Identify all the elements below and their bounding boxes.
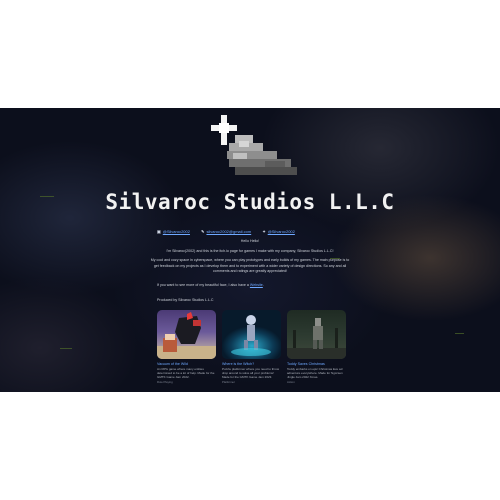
game-genre: Action bbox=[287, 380, 295, 384]
game-thumbnail-art bbox=[157, 312, 216, 359]
game-description: An RPG game where many entities determin… bbox=[157, 367, 215, 379]
website-link[interactable]: Website bbox=[250, 283, 263, 287]
itch-page-screen: Silvaroc Studios L.L.C ▣ @Silvaroc2002 ✎ s… bbox=[0, 108, 500, 392]
social-link-twitter[interactable]: ✦ @Silvaroc2002 bbox=[262, 229, 295, 234]
silvaroc-logo bbox=[211, 115, 297, 175]
game-card[interactable]: Vacuum of the Wild An RPG game where man… bbox=[157, 310, 216, 384]
games-section-label: Produced by Silvaroc Studios L.L.C bbox=[157, 298, 214, 302]
intro-paragraph-2: My cool and cozy space in cyberspace, wh… bbox=[150, 258, 350, 273]
game-thumbnail-art bbox=[287, 318, 346, 359]
intro-text: Hello Hello! I'm Silvaroc(2002) and this… bbox=[150, 239, 350, 279]
game-title[interactable]: Vacuum of the Wild bbox=[157, 362, 216, 366]
game-description: Puzzle platformer where you need to thro… bbox=[222, 367, 280, 379]
social-link-email[interactable]: ✎ silvaroc2002@gmail.com bbox=[201, 229, 251, 234]
website-line: If you want to see more of my beautiful … bbox=[157, 283, 264, 287]
decorative-streak bbox=[455, 333, 464, 334]
greeting: Hello Hello! bbox=[240, 239, 260, 243]
game-card[interactable]: Toddy Saves Christmas Toddy embarks on e… bbox=[287, 310, 346, 384]
twitter-icon: ✦ bbox=[262, 229, 266, 234]
game-title[interactable]: Where is the Witch? bbox=[222, 362, 281, 366]
game-thumbnail[interactable] bbox=[157, 310, 216, 359]
intro-paragraph-1: I'm Silvaroc(2002) and this is the itch.… bbox=[166, 248, 334, 253]
game-genre: Platformer bbox=[222, 380, 235, 384]
site-title: Silvaroc Studios L.L.C bbox=[105, 190, 395, 214]
social-link-mastodon[interactable]: ▣ @Silvaroc2002 bbox=[157, 229, 190, 234]
mastodon-icon: ▣ bbox=[157, 229, 161, 234]
game-thumbnail-art bbox=[231, 315, 271, 356]
social-links: ▣ @Silvaroc2002 ✎ silvaroc2002@gmail.com ✦… bbox=[157, 229, 305, 234]
game-thumbnail[interactable] bbox=[222, 310, 281, 359]
game-card[interactable]: Where is the Witch? Puzzle platformer wh… bbox=[222, 310, 281, 384]
game-genre: Role Playing bbox=[157, 380, 173, 384]
game-title[interactable]: Toddy Saves Christmas bbox=[287, 362, 346, 366]
decorative-streak bbox=[60, 348, 72, 349]
pen-icon: ✎ bbox=[201, 229, 205, 234]
game-description: Toddy embarks on epic Christmas Eve ad a… bbox=[287, 367, 343, 379]
game-thumbnail[interactable] bbox=[287, 310, 346, 359]
